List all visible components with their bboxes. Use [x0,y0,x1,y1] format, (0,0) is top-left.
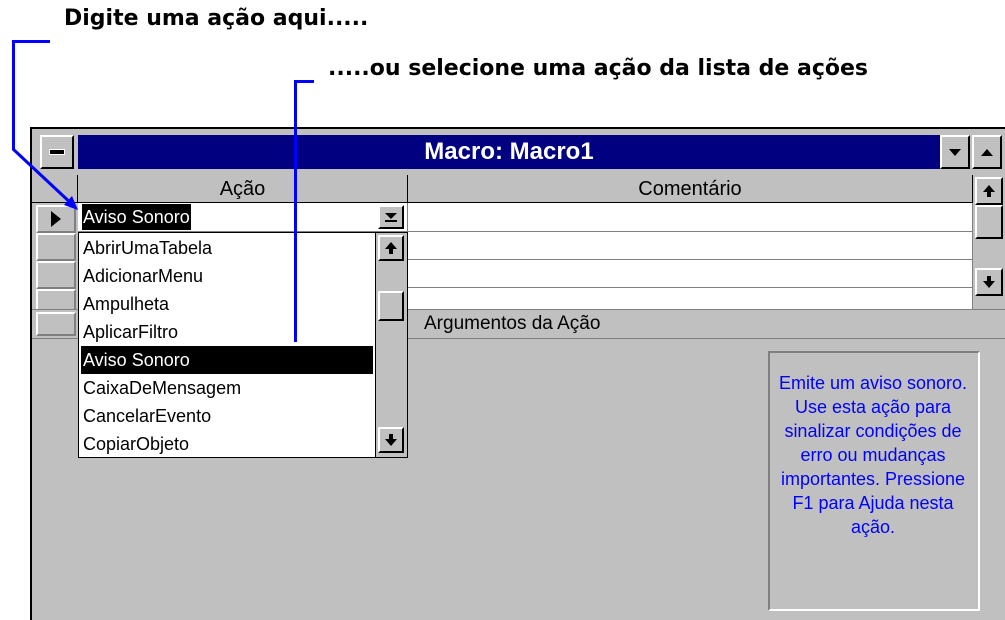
scroll-down-button[interactable] [975,268,1003,296]
comment-cell-2[interactable] [408,232,973,260]
list-item-ampulheta[interactable]: Ampulheta [81,290,373,318]
title-bar: Macro: Macro1 [32,129,1005,175]
row-selector-3[interactable] [36,261,76,289]
dropdown-button[interactable] [378,205,404,229]
list-item-aviso-sonoro[interactable]: Aviso Sonoro [81,346,373,374]
arrow-up-icon [983,185,995,197]
scroll-up-button[interactable] [975,177,1003,205]
list-item-aplicarfiltro[interactable]: AplicarFiltro [81,318,373,346]
comment-cell-3[interactable] [408,260,973,288]
macro-window: Macro: Macro1 Ação Comentário Aviso Sono… [30,127,1005,620]
arrow-up-icon [385,242,397,254]
list-scroll-up-button[interactable] [378,235,404,261]
arguments-selector [36,312,76,336]
column-header-comment[interactable]: Comentário [408,175,973,203]
list-item-abrirumatabela[interactable]: AbrirUmaTabela [81,234,373,262]
window-title: Macro: Macro1 [78,135,940,169]
help-text: Emite um aviso sonoro. Use esta ação par… [778,373,968,537]
arrow-down-icon [385,434,397,446]
list-scrollbar[interactable] [375,233,407,457]
arrow-down-icon [983,276,995,288]
triangle-up-icon [981,148,993,156]
maximize-button[interactable] [972,135,1002,169]
column-header-action[interactable]: Ação [78,175,408,203]
list-item-cancelarevento[interactable]: CancelarEvento [81,402,373,430]
triangle-down-icon [949,148,961,156]
list-item-caixademensagem[interactable]: CaixaDeMensagem [81,374,373,402]
action-cell-1[interactable]: Aviso Sonoro [78,203,408,232]
list-item-copiarobjeto[interactable]: CopiarObjeto [81,430,373,458]
dropdown-arrow-icon [385,212,397,222]
action-dropdown-list[interactable]: AbrirUmaTabela AdicionarMenu Ampulheta A… [78,232,408,458]
list-scroll-down-button[interactable] [378,427,404,453]
callout-line-1-diagonal [11,147,78,210]
help-panel: Emite um aviso sonoro. Use esta ação par… [768,351,980,611]
grid-scrollbar[interactable] [973,175,1005,300]
comment-cell-1[interactable] [408,203,973,232]
list-scroll-thumb[interactable] [378,291,404,321]
callout-select-action: .....ou selecione uma ação da lista de a… [328,56,869,81]
callout-line-2-vertical [294,80,297,342]
callout-line-2-top [294,80,314,83]
minimize-button[interactable] [940,135,970,169]
arguments-label: Argumentos da Ação [424,313,601,334]
scroll-thumb[interactable] [975,205,1003,239]
list-item-adicionarmenu[interactable]: AdicionarMenu [81,262,373,290]
